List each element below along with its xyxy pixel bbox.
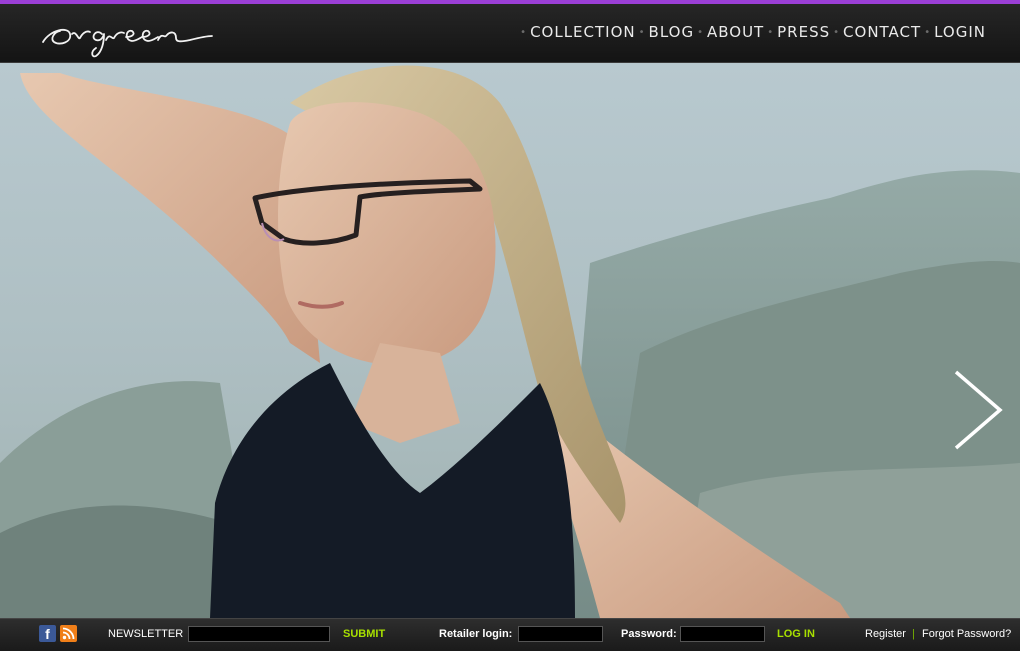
hero-image bbox=[0, 63, 1020, 618]
nav-separator-dot: • bbox=[833, 26, 840, 38]
brand-logo[interactable] bbox=[40, 12, 215, 58]
nav-separator-dot: • bbox=[697, 26, 703, 38]
facebook-icon[interactable]: f bbox=[39, 625, 56, 642]
site-header: • COLLECTION • BLOG • ABOUT • PRESS • CO… bbox=[0, 4, 1020, 63]
retailer-login-label: Retailer login: bbox=[439, 628, 513, 640]
nav-link-press[interactable]: PRESS bbox=[777, 23, 830, 41]
password-label: Password: bbox=[621, 628, 677, 640]
nav-link-about[interactable]: ABOUT bbox=[707, 23, 764, 41]
nav-item-contact: • CONTACT bbox=[830, 23, 921, 41]
retailer-username-input[interactable] bbox=[518, 626, 603, 642]
nav-item-login: • LOGIN bbox=[921, 23, 986, 41]
next-slide-button[interactable] bbox=[950, 370, 1006, 450]
nav-link-login[interactable]: LOGIN bbox=[934, 23, 986, 41]
logo-script bbox=[42, 28, 213, 58]
nav-separator-dot: • bbox=[767, 26, 774, 38]
main-nav: • COLLECTION • BLOG • ABOUT • PRESS • CO… bbox=[517, 23, 986, 41]
nav-separator-dot: • bbox=[638, 26, 645, 38]
nav-link-contact[interactable]: CONTACT bbox=[843, 23, 921, 41]
footer-divider: | bbox=[912, 628, 915, 640]
nav-item-about: • ABOUT bbox=[694, 23, 764, 41]
retailer-login-button[interactable]: LOG IN bbox=[777, 628, 815, 640]
nav-item-blog: • BLOG bbox=[636, 23, 694, 41]
nav-item-collection: • COLLECTION bbox=[517, 23, 635, 41]
newsletter-label: NEWSLETTER bbox=[108, 628, 184, 640]
rss-icon[interactable] bbox=[60, 625, 77, 642]
password-input[interactable] bbox=[680, 626, 765, 642]
newsletter-email-input[interactable] bbox=[188, 626, 330, 642]
nav-link-blog[interactable]: BLOG bbox=[649, 23, 695, 41]
nav-separator-dot: • bbox=[520, 26, 527, 38]
nav-item-press: • PRESS bbox=[764, 23, 830, 41]
register-link[interactable]: Register bbox=[865, 628, 906, 640]
forgot-password-link[interactable]: Forgot Password? bbox=[922, 628, 1011, 640]
newsletter-submit-button[interactable]: SUBMIT bbox=[343, 628, 385, 640]
site-footer: f NEWSLETTER SUBMIT Retailer login: Pass… bbox=[0, 618, 1020, 651]
rss-glyph bbox=[62, 627, 75, 640]
chevron-right-icon bbox=[954, 370, 1003, 450]
nav-separator-dot: • bbox=[924, 26, 931, 38]
nav-link-collection[interactable]: COLLECTION bbox=[530, 23, 636, 41]
hero-slideshow bbox=[0, 63, 1020, 618]
